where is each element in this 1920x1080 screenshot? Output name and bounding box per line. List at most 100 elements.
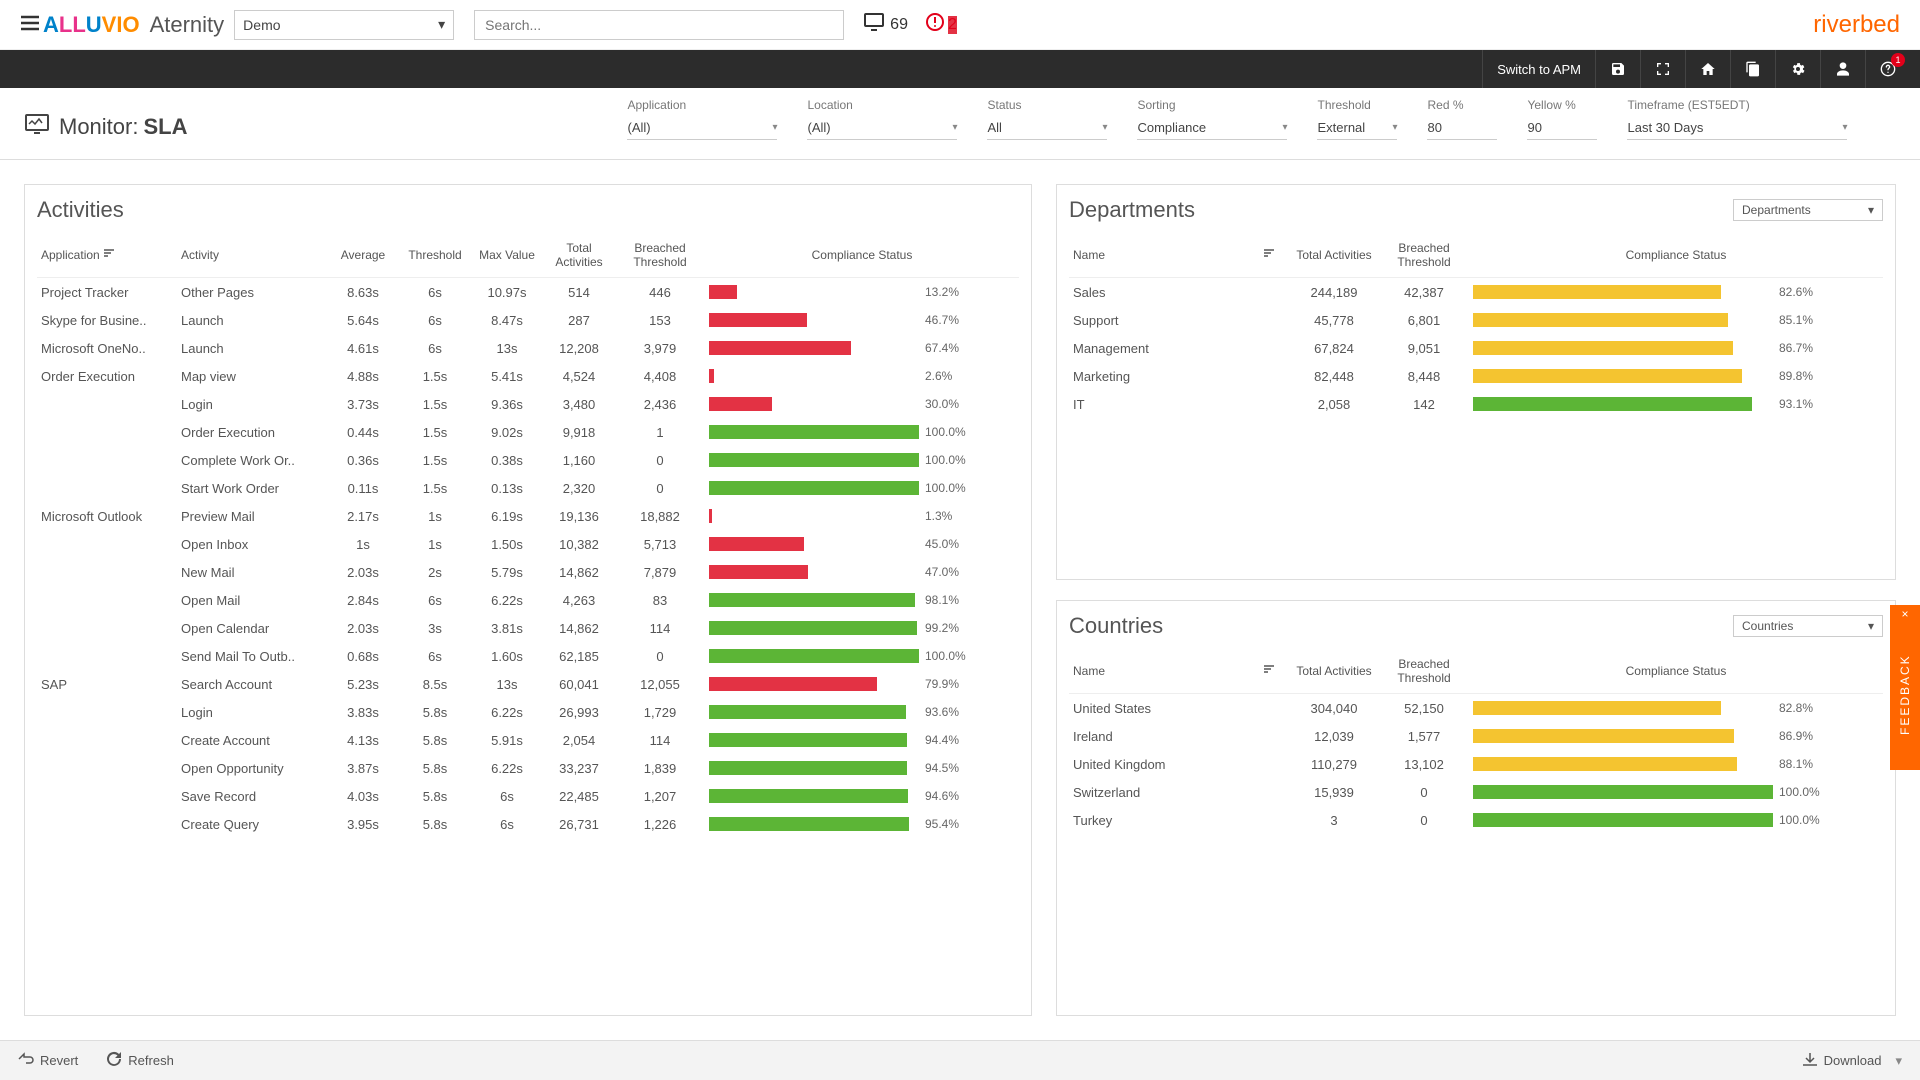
- search-input[interactable]: [474, 10, 844, 40]
- sort-icon[interactable]: [1263, 248, 1275, 262]
- table-row[interactable]: Login 3.73s 1.5s 9.36s 3,480 2,436 30.0%: [37, 390, 1019, 418]
- page-title-prefix: Monitor:: [59, 114, 138, 140]
- table-row[interactable]: Support 45,778 6,801 85.1%: [1069, 306, 1883, 334]
- bottom-bar: Revert Refresh Download ▾: [0, 1040, 1920, 1080]
- filter-bar: Monitor: SLA Application (All)▾ Location…: [0, 88, 1920, 160]
- table-row[interactable]: SAP Search Account 5.23s 8.5s 13s 60,041…: [37, 670, 1019, 698]
- table-row[interactable]: Microsoft Outlook Preview Mail 2.17s 1s …: [37, 502, 1019, 530]
- table-row[interactable]: Save Record 4.03s 5.8s 6s 22,485 1,207 9…: [37, 782, 1019, 810]
- table-row[interactable]: Marketing 82,448 8,448 89.8%: [1069, 362, 1883, 390]
- col-threshold[interactable]: Threshold: [399, 233, 471, 278]
- monitor-page-icon: [25, 114, 49, 140]
- ctry-col-name[interactable]: Name: [1073, 664, 1105, 678]
- table-row[interactable]: United States 304,040 52,150 82.8%: [1069, 694, 1883, 723]
- filter-value[interactable]: 80: [1427, 116, 1497, 140]
- tenant-select[interactable]: Demo ▾: [234, 10, 454, 40]
- chevron-down-icon: ▾: [1868, 619, 1874, 633]
- table-row[interactable]: Create Account 4.13s 5.8s 5.91s 2,054 11…: [37, 726, 1019, 754]
- table-row[interactable]: Microsoft OneNo.. Launch 4.61s 6s 13s 12…: [37, 334, 1019, 362]
- col-compliance[interactable]: Compliance Status: [705, 233, 1019, 278]
- table-row[interactable]: Ireland 12,039 1,577 86.9%: [1069, 722, 1883, 750]
- table-row[interactable]: Start Work Order 0.11s 1.5s 0.13s 2,320 …: [37, 474, 1019, 502]
- copy-icon[interactable]: [1730, 50, 1775, 88]
- table-row[interactable]: Switzerland 15,939 0 100.0%: [1069, 778, 1883, 806]
- ctry-col-breach[interactable]: Breached Threshold: [1379, 649, 1469, 694]
- filter-application[interactable]: Application (All)▾: [627, 98, 777, 140]
- table-row[interactable]: Project Tracker Other Pages 8.63s 6s 10.…: [37, 278, 1019, 306]
- tenant-value: Demo: [243, 17, 280, 33]
- departments-selector[interactable]: Departments▾: [1733, 199, 1883, 221]
- table-row[interactable]: Order Execution 0.44s 1.5s 9.02s 9,918 1…: [37, 418, 1019, 446]
- filter-timeframe-est-edt-[interactable]: Timeframe (EST5EDT) Last 30 Days▾: [1627, 98, 1847, 140]
- dept-col-total[interactable]: Total Activities: [1289, 233, 1379, 278]
- sort-icon[interactable]: [1263, 664, 1275, 678]
- chevron-down-icon[interactable]: ▾: [1895, 1053, 1902, 1069]
- dept-col-comp[interactable]: Compliance Status: [1469, 233, 1883, 278]
- refresh-button[interactable]: Refresh: [106, 1051, 174, 1070]
- filter-value[interactable]: Compliance▾: [1137, 116, 1287, 140]
- filter-value[interactable]: (All)▾: [627, 116, 777, 140]
- table-row[interactable]: New Mail 2.03s 2s 5.79s 14,862 7,879 47.…: [37, 558, 1019, 586]
- ctry-col-comp[interactable]: Compliance Status: [1469, 649, 1883, 694]
- table-row[interactable]: Open Inbox 1s 1s 1.50s 10,382 5,713 45.0…: [37, 530, 1019, 558]
- filter-sorting[interactable]: Sorting Compliance▾: [1137, 98, 1287, 140]
- alert-icon: [926, 13, 944, 36]
- table-row[interactable]: Create Query 3.95s 5.8s 6s 26,731 1,226 …: [37, 810, 1019, 838]
- col-average[interactable]: Average: [327, 233, 399, 278]
- notif-badge: 1: [1891, 53, 1905, 67]
- table-row[interactable]: Send Mail To Outb.. 0.68s 6s 1.60s 62,18…: [37, 642, 1019, 670]
- table-row[interactable]: Turkey 3 0 100.0%: [1069, 806, 1883, 834]
- ctry-col-total[interactable]: Total Activities: [1289, 649, 1379, 694]
- col-max[interactable]: Max Value: [471, 233, 543, 278]
- table-row[interactable]: Open Mail 2.84s 6s 6.22s 4,263 83 98.1%: [37, 586, 1019, 614]
- filter-label: Yellow %: [1527, 98, 1597, 112]
- switch-apm-button[interactable]: Switch to APM: [1482, 50, 1595, 88]
- menu-icon[interactable]: [20, 12, 40, 38]
- table-row[interactable]: Skype for Busine.. Launch 5.64s 6s 8.47s…: [37, 306, 1019, 334]
- filter-location[interactable]: Location (All)▾: [807, 98, 957, 140]
- filter-red-[interactable]: Red % 80: [1427, 98, 1497, 140]
- save-icon[interactable]: [1595, 50, 1640, 88]
- filter-status[interactable]: Status All▾: [987, 98, 1107, 140]
- table-row[interactable]: Complete Work Or.. 0.36s 1.5s 0.38s 1,16…: [37, 446, 1019, 474]
- user-icon[interactable]: [1820, 50, 1865, 88]
- countries-title: Countries: [1069, 613, 1163, 639]
- help-icon[interactable]: 1: [1865, 50, 1910, 88]
- gear-icon[interactable]: [1775, 50, 1820, 88]
- table-row[interactable]: Login 3.83s 5.8s 6.22s 26,993 1,729 93.6…: [37, 698, 1019, 726]
- feedback-tab[interactable]: FEEDBACK: [1890, 620, 1920, 770]
- table-row[interactable]: United Kingdom 110,279 13,102 88.1%: [1069, 750, 1883, 778]
- filter-value[interactable]: All▾: [987, 116, 1107, 140]
- sort-icon[interactable]: [103, 248, 115, 262]
- table-row[interactable]: IT 2,058 142 93.1%: [1069, 390, 1883, 418]
- monitors-metric[interactable]: 69: [864, 13, 908, 36]
- activities-panel: Activities Application Activity Average …: [24, 184, 1032, 1016]
- table-row[interactable]: Sales 244,189 42,387 82.6%: [1069, 278, 1883, 307]
- home-icon[interactable]: [1685, 50, 1730, 88]
- product-name: Aternity: [150, 12, 225, 38]
- filter-threshold[interactable]: Threshold External▾: [1317, 98, 1397, 140]
- col-total[interactable]: Total Activities: [543, 233, 615, 278]
- filter-value[interactable]: Last 30 Days▾: [1627, 116, 1847, 140]
- dept-col-name[interactable]: Name: [1073, 248, 1105, 262]
- table-row[interactable]: Open Opportunity 3.87s 5.8s 6.22s 33,237…: [37, 754, 1019, 782]
- page-title-main: SLA: [143, 114, 187, 140]
- table-row[interactable]: Management 67,824 9,051 86.7%: [1069, 334, 1883, 362]
- col-application[interactable]: Application: [41, 248, 100, 262]
- col-activity[interactable]: Activity: [177, 233, 327, 278]
- chevron-down-icon: ▾: [1392, 122, 1397, 133]
- filter-value[interactable]: 90: [1527, 116, 1597, 140]
- fullscreen-icon[interactable]: [1640, 50, 1685, 88]
- countries-selector[interactable]: Countries▾: [1733, 615, 1883, 637]
- col-breach[interactable]: Breached Threshold: [615, 233, 705, 278]
- filter-value[interactable]: (All)▾: [807, 116, 957, 140]
- alerts-metric[interactable]: 2: [926, 13, 957, 36]
- filter-yellow-[interactable]: Yellow % 90: [1527, 98, 1597, 140]
- download-button[interactable]: Download: [1802, 1052, 1882, 1069]
- filter-value[interactable]: External▾: [1317, 116, 1397, 140]
- dept-col-breach[interactable]: Breached Threshold: [1379, 233, 1469, 278]
- revert-button[interactable]: Revert: [18, 1052, 78, 1069]
- table-row[interactable]: Order Execution Map view 4.88s 1.5s 5.41…: [37, 362, 1019, 390]
- filter-label: Threshold: [1317, 98, 1397, 112]
- table-row[interactable]: Open Calendar 2.03s 3s 3.81s 14,862 114 …: [37, 614, 1019, 642]
